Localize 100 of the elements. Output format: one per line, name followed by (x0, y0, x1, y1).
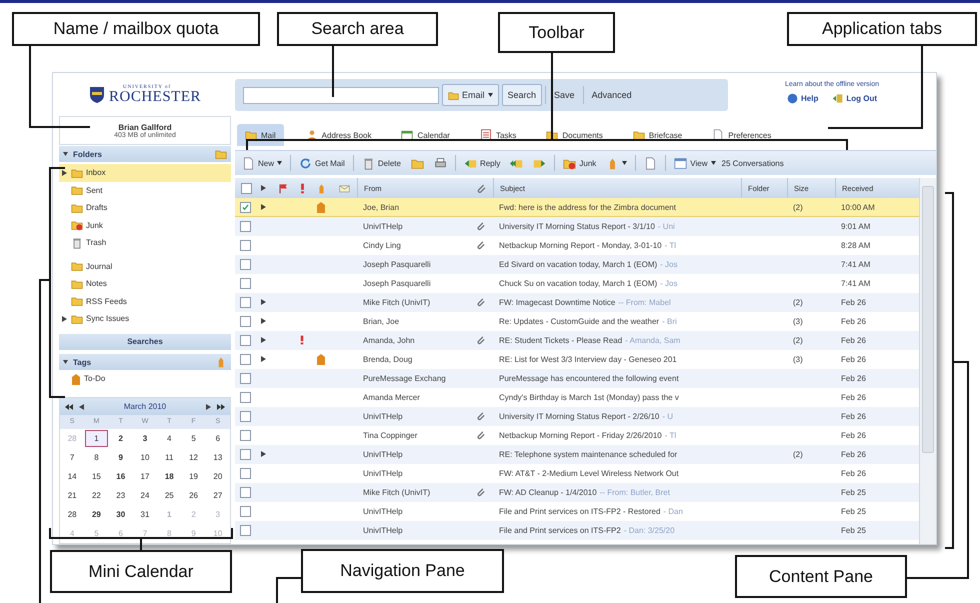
checkbox[interactable] (240, 258, 251, 270)
checkbox[interactable] (240, 334, 251, 346)
folder-item[interactable]: Notes (59, 275, 231, 293)
calendar-day[interactable]: 6 (206, 430, 229, 448)
expand-arrow-icon[interactable] (62, 316, 67, 322)
app-tab[interactable]: Preferences (704, 124, 780, 146)
next-year-icon[interactable] (217, 404, 225, 410)
calendar-day[interactable]: 27 (206, 487, 229, 504)
calendar-day[interactable]: 16 (110, 468, 132, 486)
calendar-day[interactable]: 22 (85, 487, 108, 504)
checkbox[interactable] (240, 410, 251, 422)
expand-arrow-icon[interactable] (260, 337, 266, 343)
calendar-day[interactable]: 7 (61, 449, 84, 466)
calendar-day[interactable]: 9 (110, 449, 132, 466)
message-row[interactable]: Joseph Pasquarelli Ed Sivard on vacation today, March 1 (EOM) - Jos 7:41 AM (235, 255, 919, 274)
checkbox[interactable] (240, 486, 251, 498)
checkbox[interactable] (240, 240, 251, 250)
calendar-day[interactable]: 2 (110, 430, 132, 448)
toolbar-button[interactable]: View (670, 153, 720, 173)
expand-arrow-icon[interactable] (260, 185, 266, 191)
calendar-day[interactable]: 3 (134, 430, 156, 448)
folder-item[interactable]: Inbox (59, 164, 231, 182)
calendar-day[interactable]: 26 (182, 487, 205, 504)
app-tab[interactable]: Briefcase (624, 124, 690, 146)
search-button[interactable]: Save (549, 84, 580, 106)
expand-arrow-icon[interactable] (260, 451, 266, 457)
folder-item[interactable]: Sent (59, 182, 231, 200)
checkbox[interactable] (240, 506, 251, 516)
toolbar-button[interactable]: New (238, 153, 286, 173)
checkbox[interactable] (240, 524, 251, 536)
calendar-day[interactable]: 20 (206, 468, 229, 486)
expand-arrow-icon[interactable] (260, 318, 266, 324)
folder-item[interactable]: Sync Issues (59, 310, 231, 328)
collapse-arrow-icon[interactable] (63, 151, 68, 158)
calendar-day[interactable]: 14 (61, 468, 84, 486)
folder-item[interactable]: Drafts (59, 199, 231, 217)
message-row[interactable]: Mike Fitch (UnivIT) FW: AD Cleanup - 1/4/2010 -- From: Butler, Bret Feb 25 (235, 483, 919, 502)
checkbox[interactable] (240, 372, 251, 384)
calendar-day[interactable]: 1 (85, 430, 108, 448)
toolbar-button[interactable]: Junk (559, 153, 600, 173)
message-row[interactable]: Amanda, John RE: Student Tickets - Please Read - Amanda, Sam (2) Feb 26 (235, 331, 919, 350)
expand-arrow-icon[interactable] (260, 204, 266, 210)
scrollbar[interactable] (919, 178, 936, 544)
calendar-day[interactable]: 30 (110, 506, 132, 524)
section-header[interactable]: Folders (59, 146, 231, 162)
calendar-day[interactable]: 15 (85, 468, 108, 486)
collapse-arrow-icon[interactable] (63, 359, 68, 366)
search-button[interactable]: Search (502, 84, 542, 106)
calendar-day[interactable]: 28 (61, 506, 84, 524)
calendar-day[interactable]: 10 (134, 449, 156, 466)
calendar-day[interactable]: 11 (158, 449, 180, 466)
calendar-day[interactable]: 12 (182, 449, 205, 466)
checkbox[interactable] (240, 354, 251, 364)
checkbox[interactable] (240, 202, 251, 212)
checkbox[interactable] (240, 468, 251, 478)
calendar-day[interactable]: 13 (206, 449, 229, 466)
calendar-day[interactable]: 18 (158, 468, 180, 486)
folder-item[interactable]: RSS Feeds (59, 292, 231, 310)
message-row[interactable]: Mike Fitch (UnivIT) FW: Imagecast Downtime Notice -- From: Mabel (2) Feb 26 (235, 293, 919, 312)
app-tab[interactable]: Address Book (298, 124, 380, 146)
toolbar-button[interactable]: Get Mail (295, 153, 349, 173)
calendar-day[interactable]: 29 (85, 506, 108, 524)
calendar-day[interactable]: 31 (134, 506, 156, 524)
calendar-day[interactable]: 23 (110, 487, 132, 504)
search-field[interactable] (243, 86, 439, 104)
calendar-day[interactable]: 5 (182, 430, 205, 448)
help-link[interactable]: Help (787, 93, 818, 104)
checkbox[interactable] (240, 430, 251, 440)
folder-item[interactable]: Trash (59, 234, 231, 252)
search-scope-dropdown[interactable]: Email (442, 84, 499, 106)
message-row[interactable]: UnivITHelp University IT Morning Status Report - 2/26/10 - U Feb 26 (235, 407, 919, 426)
toolbar-button[interactable]: Reply (460, 153, 504, 173)
calendar-day[interactable]: 19 (182, 468, 205, 486)
calendar-day[interactable]: 4 (158, 430, 180, 448)
checkbox[interactable] (240, 220, 251, 232)
app-tab[interactable]: Tasks (472, 124, 524, 146)
message-row[interactable]: UnivITHelp File and Print services on ITS-FP2 - Dan: 3/25/20 Feb 25 (235, 521, 919, 540)
tag-item[interactable]: To-Do (59, 370, 231, 388)
select-all-checkbox[interactable] (241, 182, 252, 194)
calendar-day[interactable]: 25 (158, 487, 180, 504)
checkbox[interactable] (240, 448, 251, 460)
app-tab[interactable]: Calendar (393, 124, 458, 146)
logout-link[interactable]: Log Out (832, 93, 877, 104)
next-month-icon[interactable] (206, 404, 211, 410)
message-row[interactable]: UnivITHelp University IT Morning Status Report - 3/1/10 - Uni 9:01 AM (235, 217, 919, 236)
checkbox[interactable] (240, 316, 251, 326)
section-header[interactable]: Searches (59, 334, 231, 350)
message-row[interactable]: Joe, Brian Fwd: here is the address for the Zimbra document (2) 10:00 AM (235, 198, 919, 217)
calendar-day[interactable]: 17 (134, 468, 156, 486)
search-button[interactable]: Advanced (586, 84, 637, 106)
message-row[interactable]: UnivITHelp RE: Telephone system maintenance scheduled for (2) Feb 26 (235, 445, 919, 464)
checkbox[interactable] (240, 392, 251, 402)
folder-item[interactable]: Journal (59, 258, 231, 276)
toolbar-button[interactable]: Delete (358, 153, 405, 173)
section-header[interactable]: Tags (59, 354, 231, 370)
checkbox[interactable] (240, 296, 251, 308)
expand-arrow-icon[interactable] (260, 356, 266, 362)
message-row[interactable]: PureMessage Exchang PureMessage has encountered the following event Feb 26 (235, 369, 919, 388)
expand-arrow-icon[interactable] (62, 170, 67, 176)
app-tab[interactable]: Documents (538, 124, 611, 146)
